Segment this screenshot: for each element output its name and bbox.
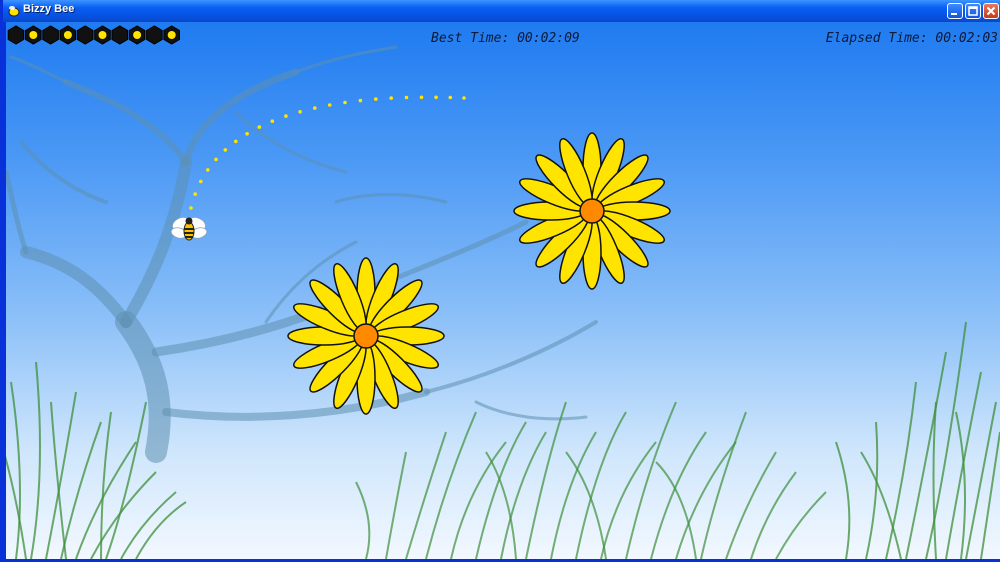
- trail-dot: [206, 168, 210, 172]
- flower[interactable]: [513, 132, 671, 290]
- window-title: Bizzy Bee: [23, 3, 75, 15]
- close-button[interactable]: [983, 3, 999, 19]
- grass-middle: [355, 401, 827, 559]
- honey-fill: [63, 31, 72, 39]
- trail-dot: [245, 132, 249, 136]
- best-time-label: Best Time:: [431, 31, 510, 46]
- game-scene: [6, 45, 1000, 559]
- app-icon: [8, 6, 20, 17]
- trail-dot: [257, 125, 262, 129]
- trail-dot: [270, 119, 275, 123]
- trail-dot: [462, 96, 466, 100]
- honeycomb-progress: [7, 25, 180, 45]
- close-icon: [986, 6, 996, 16]
- minimize-icon: [951, 13, 957, 15]
- trail-dot: [223, 148, 228, 152]
- flower-center: [353, 323, 379, 349]
- elapsed-time-value: 00:02:03: [935, 31, 998, 46]
- title-bar[interactable]: Bizzy Bee: [3, 0, 1000, 22]
- tree: [6, 45, 598, 463]
- trail-dot: [389, 96, 394, 100]
- trail-dot: [374, 97, 378, 101]
- honeycomb-cell: [42, 25, 59, 45]
- honey-fill: [29, 31, 38, 39]
- best-time-display: Best Time: 00:02:09: [431, 31, 580, 46]
- trail-dot: [327, 103, 332, 107]
- trail-dot: [343, 100, 347, 105]
- trail-dot: [298, 110, 302, 114]
- minimize-button[interactable]: [947, 3, 963, 19]
- best-time-value: 00:02:09: [517, 31, 580, 46]
- honey-fill: [133, 31, 142, 39]
- trail-dot: [234, 139, 238, 144]
- maximize-button[interactable]: [965, 3, 981, 19]
- grass-right: [835, 321, 1000, 559]
- honey-fill: [167, 31, 176, 39]
- trail-dot: [358, 98, 363, 103]
- trail-dot: [419, 95, 424, 100]
- honeycomb-cell: [7, 25, 25, 45]
- game-window: Bizzy Bee Best Time: 00:02:09 Elapsed Ti…: [0, 0, 1000, 562]
- trail-dot: [404, 95, 409, 100]
- trail-dot: [313, 106, 317, 110]
- honeycomb-cell: [76, 25, 94, 45]
- game-canvas[interactable]: Best Time: 00:02:09 Elapsed Time: 00:02:…: [6, 22, 1000, 559]
- trail-dot: [284, 114, 288, 118]
- flower-center: [579, 198, 605, 224]
- bee-trail: [189, 95, 466, 210]
- trail-dot: [193, 192, 197, 196]
- trail-dot: [199, 179, 203, 184]
- maximize-icon: [968, 6, 978, 16]
- trail-dot: [434, 95, 438, 100]
- honeycomb-cell: [111, 25, 129, 45]
- trail-dot: [448, 95, 453, 100]
- trail-dot: [189, 206, 193, 210]
- elapsed-time-display: Elapsed Time: 00:02:03: [826, 31, 998, 46]
- trail-dot: [214, 157, 218, 162]
- honey-fill: [98, 31, 107, 39]
- honeycomb-cell: [146, 25, 163, 45]
- elapsed-time-label: Elapsed Time:: [825, 31, 928, 46]
- flower[interactable]: [287, 257, 445, 415]
